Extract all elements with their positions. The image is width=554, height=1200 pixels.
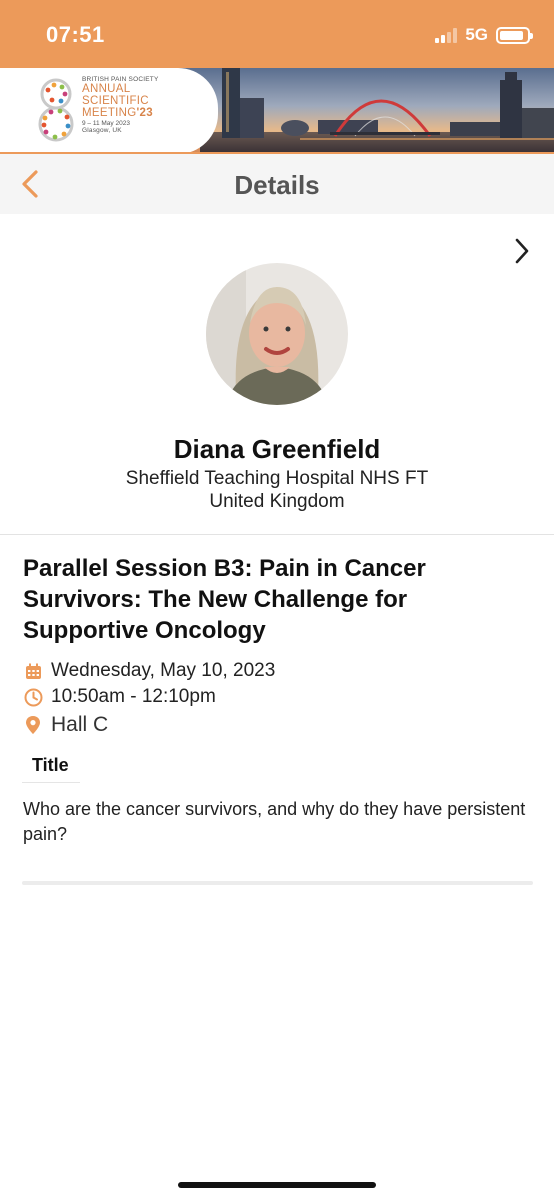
banner-line-3: MEETING'23 [82,107,158,119]
network-type: 5G [465,25,488,44]
session-time-row: 10:50am - 12:10pm [23,686,216,708]
session-date-row: Wednesday, May 10, 2023 [23,660,275,682]
banner-location: Glasgow, UK [82,127,122,134]
chevron-right-icon [515,238,529,264]
status-time: 07:51 [46,22,105,47]
banner-text: BRITISH PAIN SOCIETY ANNUAL SCIENTIFIC M… [82,76,158,134]
page-title: Details [234,170,320,200]
speaker-organization: Sheffield Teaching Hospital NHS FT [125,468,429,489]
tab-title[interactable]: Title [22,755,80,783]
next-button[interactable] [510,234,534,268]
banner-line-2: SCIENTIFIC [82,95,149,107]
session-time: 10:50am - 12:10pm [51,686,216,707]
home-indicator[interactable] [178,1182,376,1188]
speaker-name: Diana Greenfield [173,434,381,464]
speaker-photo [206,263,348,405]
banner-meeting: MEETING [82,107,137,119]
clock-icon [23,687,43,707]
navigation-bar: Details [0,154,554,214]
session-location: Hall C [51,713,109,736]
section-divider [0,534,554,535]
speaker-country: United Kingdom [209,491,345,512]
session-date: Wednesday, May 10, 2023 [51,660,276,681]
session-location-row: Hall C [23,713,108,737]
calendar-icon [23,661,43,681]
meeting-logo [38,78,74,142]
banner-org: BRITISH PAIN SOCIETY [82,76,159,83]
speaker-avatar [206,263,348,405]
conference-banner: BRITISH PAIN SOCIETY ANNUAL SCIENTIFIC M… [0,68,554,154]
banner-logo-card: BRITISH PAIN SOCIETY ANNUAL SCIENTIFIC M… [0,68,218,154]
session-title: Parallel Session B3: Pain in Cancer Surv… [23,555,426,644]
status-bar: 07:51 5G [0,0,554,68]
content-divider [22,881,533,885]
abstract-title: Who are the cancer survivors, and why do… [23,799,526,844]
signal-icon [435,27,458,43]
battery-icon [496,26,533,44]
status-indicators: 5G [435,24,533,46]
banner-line-1: ANNUAL [82,83,131,95]
banner-year: '23 [136,107,153,119]
location-pin-icon [23,715,43,735]
banner-dates: 9 – 11 May 2023 [82,120,130,127]
